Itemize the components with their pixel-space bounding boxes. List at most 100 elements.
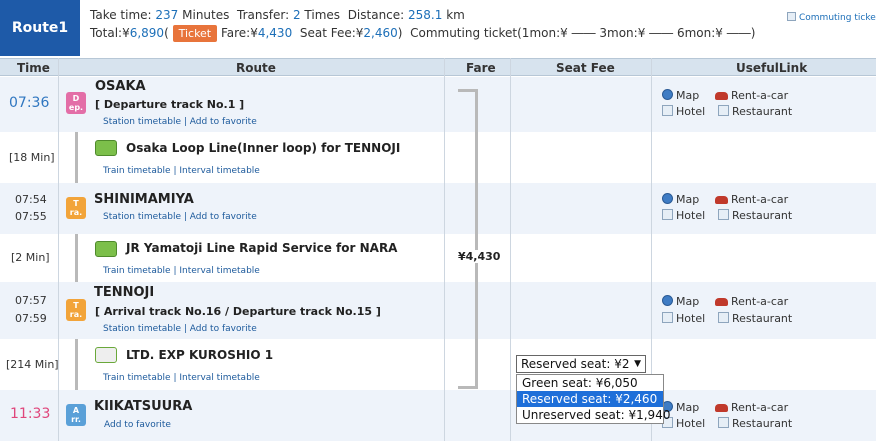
arrival-icon: Arr. xyxy=(66,404,86,426)
timeline xyxy=(75,234,78,282)
header-seat-fee: Seat Fee xyxy=(556,61,615,75)
train-icon xyxy=(95,140,117,156)
badge-suffix: rr. xyxy=(71,415,81,424)
hotel-label: Hotel xyxy=(676,105,706,118)
seat-fee-value: 2,460 xyxy=(363,26,398,40)
station-name[interactable]: OSAKA xyxy=(95,79,146,94)
summary-line-2: Total:¥6,890( Ticket Fare:¥4,430 Seat Fe… xyxy=(90,25,756,42)
globe-icon xyxy=(662,193,673,204)
badge-suffix: ra. xyxy=(69,208,83,217)
ticket-button[interactable]: Ticket xyxy=(172,25,218,42)
map-link[interactable]: Map xyxy=(662,89,699,102)
col-sep xyxy=(58,58,59,441)
time-arrival-final: 11:33 xyxy=(10,406,51,422)
car-icon xyxy=(715,404,728,412)
segment-duration: [18 Min] xyxy=(9,151,55,164)
map-link[interactable]: Map xyxy=(662,295,699,308)
seat-option-unreserved[interactable]: Unreserved seat: ¥1,940 xyxy=(517,407,670,423)
fare-label: Fare:¥ xyxy=(220,26,258,40)
col-sep xyxy=(510,58,511,441)
restaurant-link[interactable]: Restaurant xyxy=(718,105,792,118)
restaurant-icon xyxy=(718,417,729,428)
time-osaka: 07:36 xyxy=(9,95,50,111)
segment-duration: [2 Min] xyxy=(11,251,50,264)
restaurant-label: Restaurant xyxy=(732,209,793,222)
train-timetable-link[interactable]: Train timetable | Interval timetable xyxy=(103,373,260,383)
badge-suffix: ra. xyxy=(69,310,83,319)
header-route: Route xyxy=(236,61,276,75)
link-label: Station timetable xyxy=(103,117,181,127)
paren-close: ) xyxy=(397,26,403,40)
time-arrival: 07:57 xyxy=(15,294,47,307)
seat-fee-dropdown[interactable]: Green seat: ¥6,050 Reserved seat: ¥2,460… xyxy=(516,374,670,424)
interval-timetable-link[interactable]: Interval timetable xyxy=(179,166,259,176)
train-timetable-link[interactable]: Train timetable | Interval timetable xyxy=(103,266,260,276)
station-timetable-link[interactable]: Station timetable | Add to favorite xyxy=(103,117,257,127)
fare-amount: ¥4,430 xyxy=(458,250,501,263)
add-favorite-link[interactable]: Add to favorite xyxy=(190,212,257,222)
transfer-icon: Tra. xyxy=(66,299,86,321)
seat-option-reserved[interactable]: Reserved seat: ¥2,460 xyxy=(517,391,663,407)
rent-a-car-link[interactable]: Rent-a-car xyxy=(715,89,788,102)
car-icon xyxy=(715,298,728,306)
badge-letter: A xyxy=(72,406,80,415)
hotel-link[interactable]: Hotel xyxy=(662,209,705,222)
hotel-link[interactable]: Hotel xyxy=(662,312,705,325)
station-timetable-link[interactable]: Station timetable | Add to favorite xyxy=(103,212,257,222)
rent-label: Rent-a-car xyxy=(731,401,789,414)
take-time-label: Take time: xyxy=(90,8,152,22)
paren-open: ( xyxy=(164,26,169,40)
station-name[interactable]: TENNOJI xyxy=(94,285,154,300)
timeline xyxy=(75,132,78,183)
track-info: [ Arrival track No.16 / Departure track … xyxy=(95,305,381,318)
station-name[interactable]: SHINIMAMIYA xyxy=(94,192,194,207)
line-name[interactable]: LTD. EXP KUROSHIO 1 xyxy=(126,348,273,362)
badge-letter: D xyxy=(72,94,80,103)
interval-timetable-link[interactable]: Interval timetable xyxy=(179,373,259,383)
seat-select-value: Reserved seat: ¥2 xyxy=(521,357,630,371)
map-label: Map xyxy=(676,295,700,308)
seat-option-green[interactable]: Green seat: ¥6,050 xyxy=(517,375,663,391)
restaurant-label: Restaurant xyxy=(732,312,793,325)
row-kiikatsuura xyxy=(0,390,876,441)
transfer-icon: Tra. xyxy=(66,197,86,219)
hotel-label: Hotel xyxy=(676,312,706,325)
station-timetable-link[interactable]: Station timetable | Add to favorite xyxy=(103,324,257,334)
summary-line-1: Take time: 237 Minutes Transfer: 2 Times… xyxy=(90,8,465,22)
rent-a-car-link[interactable]: Rent-a-car xyxy=(715,401,788,414)
hotel-link[interactable]: Hotel xyxy=(662,105,705,118)
table-header: Time Route Fare Seat Fee UsefulLink xyxy=(0,58,876,76)
transfer-label: Transfer: xyxy=(237,8,290,22)
train-timetable-link[interactable]: Train timetable | Interval timetable xyxy=(103,166,260,176)
hotel-label: Hotel xyxy=(676,209,706,222)
add-favorite-link[interactable]: Add to favorite xyxy=(190,117,257,127)
rent-a-car-link[interactable]: Rent-a-car xyxy=(715,193,788,206)
fare-bracket xyxy=(458,89,478,389)
line-name[interactable]: Osaka Loop Line(Inner loop) for TENNOJI xyxy=(126,141,400,155)
map-link[interactable]: Map xyxy=(662,193,699,206)
commuting-ticket-text: Commuting ticket(1mon:¥ ―― 3mon:¥ ―― 6mo… xyxy=(410,26,756,40)
minutes-label: Minutes xyxy=(182,8,230,22)
hotel-icon xyxy=(662,312,673,323)
link-label: Station timetable xyxy=(103,212,181,222)
station-name[interactable]: KIIKATSUURA xyxy=(94,399,192,414)
rent-label: Rent-a-car xyxy=(731,295,789,308)
restaurant-link[interactable]: Restaurant xyxy=(718,312,792,325)
km-label: km xyxy=(446,8,465,22)
interval-timetable-link[interactable]: Interval timetable xyxy=(179,266,259,276)
line-name[interactable]: JR Yamatoji Line Rapid Service for NARA xyxy=(126,241,397,255)
time-departure: 07:59 xyxy=(15,312,47,325)
restaurant-link[interactable]: Restaurant xyxy=(718,209,792,222)
header-time: Time xyxy=(17,61,50,75)
badge-letter: T xyxy=(73,199,79,208)
add-favorite-link[interactable]: Add to favorite xyxy=(190,324,257,334)
commuting-ticket-link[interactable]: Commuting ticket xyxy=(787,12,876,23)
add-favorite-link[interactable]: Add to favorite xyxy=(104,420,171,430)
route-tab[interactable]: Route1 xyxy=(0,0,80,56)
seat-fee-select[interactable]: Reserved seat: ¥2 ▼ xyxy=(516,355,646,373)
col-sep xyxy=(444,58,445,441)
restaurant-link[interactable]: Restaurant xyxy=(718,417,792,430)
header-fare: Fare xyxy=(466,61,496,75)
rent-a-car-link[interactable]: Rent-a-car xyxy=(715,295,788,308)
total-value: 6,890 xyxy=(129,26,165,40)
